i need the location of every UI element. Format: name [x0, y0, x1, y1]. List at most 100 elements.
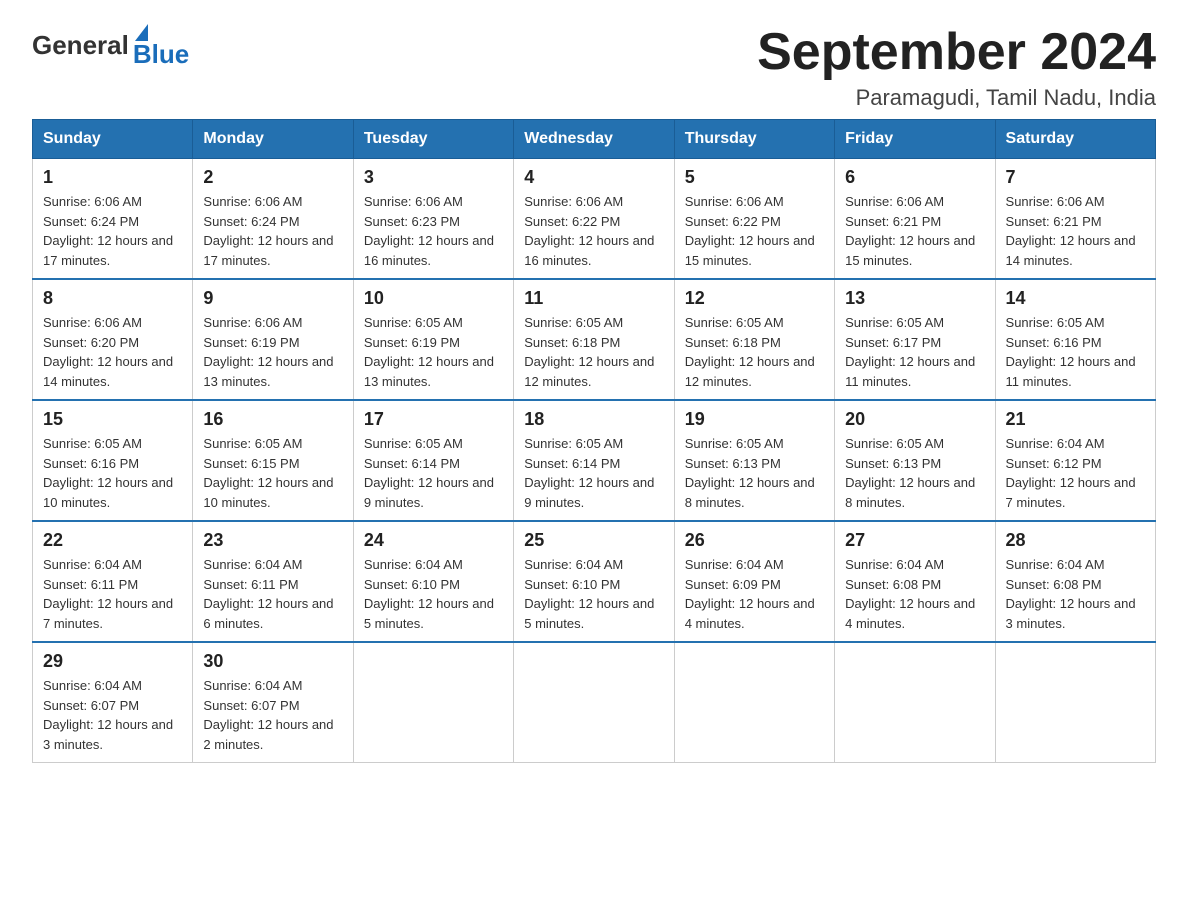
day-info: Sunrise: 6:06 AMSunset: 6:23 PMDaylight:…: [364, 194, 494, 268]
calendar-cell: 4 Sunrise: 6:06 AMSunset: 6:22 PMDayligh…: [514, 159, 674, 280]
day-number: 9: [203, 288, 342, 309]
day-number: 29: [43, 651, 182, 672]
calendar-cell: 22 Sunrise: 6:04 AMSunset: 6:11 PMDaylig…: [33, 521, 193, 642]
calendar-cell: 11 Sunrise: 6:05 AMSunset: 6:18 PMDaylig…: [514, 279, 674, 400]
day-number: 22: [43, 530, 182, 551]
logo: General Blue: [32, 24, 189, 67]
calendar-cell: 17 Sunrise: 6:05 AMSunset: 6:14 PMDaylig…: [353, 400, 513, 521]
calendar-table: SundayMondayTuesdayWednesdayThursdayFrid…: [32, 119, 1156, 763]
day-number: 10: [364, 288, 503, 309]
day-number: 30: [203, 651, 342, 672]
calendar-cell: 12 Sunrise: 6:05 AMSunset: 6:18 PMDaylig…: [674, 279, 834, 400]
week-row-1: 1 Sunrise: 6:06 AMSunset: 6:24 PMDayligh…: [33, 159, 1156, 280]
day-number: 7: [1006, 167, 1145, 188]
day-number: 26: [685, 530, 824, 551]
day-info: Sunrise: 6:06 AMSunset: 6:24 PMDaylight:…: [43, 194, 173, 268]
calendar-cell: [995, 642, 1155, 763]
day-number: 3: [364, 167, 503, 188]
day-info: Sunrise: 6:05 AMSunset: 6:16 PMDaylight:…: [1006, 315, 1136, 389]
calendar-cell: [353, 642, 513, 763]
calendar-cell: 26 Sunrise: 6:04 AMSunset: 6:09 PMDaylig…: [674, 521, 834, 642]
title-block: September 2024 Paramagudi, Tamil Nadu, I…: [757, 24, 1156, 111]
page-header: General Blue September 2024 Paramagudi, …: [32, 24, 1156, 111]
day-info: Sunrise: 6:04 AMSunset: 6:10 PMDaylight:…: [364, 557, 494, 631]
calendar-cell: 2 Sunrise: 6:06 AMSunset: 6:24 PMDayligh…: [193, 159, 353, 280]
day-info: Sunrise: 6:04 AMSunset: 6:07 PMDaylight:…: [203, 678, 333, 752]
day-info: Sunrise: 6:05 AMSunset: 6:13 PMDaylight:…: [845, 436, 975, 510]
week-row-4: 22 Sunrise: 6:04 AMSunset: 6:11 PMDaylig…: [33, 521, 1156, 642]
logo-general: General: [32, 30, 129, 61]
day-info: Sunrise: 6:05 AMSunset: 6:19 PMDaylight:…: [364, 315, 494, 389]
day-number: 4: [524, 167, 663, 188]
calendar-cell: 14 Sunrise: 6:05 AMSunset: 6:16 PMDaylig…: [995, 279, 1155, 400]
header-monday: Monday: [193, 120, 353, 159]
calendar-cell: 27 Sunrise: 6:04 AMSunset: 6:08 PMDaylig…: [835, 521, 995, 642]
day-number: 1: [43, 167, 182, 188]
calendar-cell: 29 Sunrise: 6:04 AMSunset: 6:07 PMDaylig…: [33, 642, 193, 763]
calendar-cell: 3 Sunrise: 6:06 AMSunset: 6:23 PMDayligh…: [353, 159, 513, 280]
day-info: Sunrise: 6:06 AMSunset: 6:22 PMDaylight:…: [524, 194, 654, 268]
day-number: 16: [203, 409, 342, 430]
header-wednesday: Wednesday: [514, 120, 674, 159]
day-number: 21: [1006, 409, 1145, 430]
day-number: 23: [203, 530, 342, 551]
day-info: Sunrise: 6:05 AMSunset: 6:15 PMDaylight:…: [203, 436, 333, 510]
logo-blue: Blue: [133, 41, 189, 67]
day-info: Sunrise: 6:06 AMSunset: 6:21 PMDaylight:…: [1006, 194, 1136, 268]
day-number: 17: [364, 409, 503, 430]
day-number: 20: [845, 409, 984, 430]
header-thursday: Thursday: [674, 120, 834, 159]
calendar-cell: 23 Sunrise: 6:04 AMSunset: 6:11 PMDaylig…: [193, 521, 353, 642]
calendar-cell: 25 Sunrise: 6:04 AMSunset: 6:10 PMDaylig…: [514, 521, 674, 642]
header-sunday: Sunday: [33, 120, 193, 159]
day-info: Sunrise: 6:05 AMSunset: 6:18 PMDaylight:…: [524, 315, 654, 389]
day-number: 28: [1006, 530, 1145, 551]
calendar-cell: 30 Sunrise: 6:04 AMSunset: 6:07 PMDaylig…: [193, 642, 353, 763]
calendar-cell: 18 Sunrise: 6:05 AMSunset: 6:14 PMDaylig…: [514, 400, 674, 521]
calendar-cell: 1 Sunrise: 6:06 AMSunset: 6:24 PMDayligh…: [33, 159, 193, 280]
calendar-cell: 6 Sunrise: 6:06 AMSunset: 6:21 PMDayligh…: [835, 159, 995, 280]
day-info: Sunrise: 6:04 AMSunset: 6:12 PMDaylight:…: [1006, 436, 1136, 510]
calendar-cell: 5 Sunrise: 6:06 AMSunset: 6:22 PMDayligh…: [674, 159, 834, 280]
calendar-cell: 8 Sunrise: 6:06 AMSunset: 6:20 PMDayligh…: [33, 279, 193, 400]
day-number: 18: [524, 409, 663, 430]
calendar-cell: 24 Sunrise: 6:04 AMSunset: 6:10 PMDaylig…: [353, 521, 513, 642]
header-row: SundayMondayTuesdayWednesdayThursdayFrid…: [33, 120, 1156, 159]
day-info: Sunrise: 6:04 AMSunset: 6:11 PMDaylight:…: [43, 557, 173, 631]
day-info: Sunrise: 6:06 AMSunset: 6:21 PMDaylight:…: [845, 194, 975, 268]
day-info: Sunrise: 6:05 AMSunset: 6:18 PMDaylight:…: [685, 315, 815, 389]
day-number: 2: [203, 167, 342, 188]
day-info: Sunrise: 6:05 AMSunset: 6:14 PMDaylight:…: [524, 436, 654, 510]
calendar-cell: 9 Sunrise: 6:06 AMSunset: 6:19 PMDayligh…: [193, 279, 353, 400]
month-title: September 2024: [757, 24, 1156, 81]
calendar-cell: [674, 642, 834, 763]
calendar-cell: 16 Sunrise: 6:05 AMSunset: 6:15 PMDaylig…: [193, 400, 353, 521]
calendar-cell: 20 Sunrise: 6:05 AMSunset: 6:13 PMDaylig…: [835, 400, 995, 521]
day-number: 19: [685, 409, 824, 430]
day-number: 24: [364, 530, 503, 551]
calendar-cell: [514, 642, 674, 763]
day-info: Sunrise: 6:05 AMSunset: 6:13 PMDaylight:…: [685, 436, 815, 510]
day-number: 8: [43, 288, 182, 309]
calendar-cell: 19 Sunrise: 6:05 AMSunset: 6:13 PMDaylig…: [674, 400, 834, 521]
day-info: Sunrise: 6:06 AMSunset: 6:20 PMDaylight:…: [43, 315, 173, 389]
header-friday: Friday: [835, 120, 995, 159]
day-info: Sunrise: 6:04 AMSunset: 6:08 PMDaylight:…: [845, 557, 975, 631]
day-info: Sunrise: 6:05 AMSunset: 6:17 PMDaylight:…: [845, 315, 975, 389]
calendar-cell: 15 Sunrise: 6:05 AMSunset: 6:16 PMDaylig…: [33, 400, 193, 521]
day-info: Sunrise: 6:06 AMSunset: 6:24 PMDaylight:…: [203, 194, 333, 268]
day-number: 27: [845, 530, 984, 551]
day-info: Sunrise: 6:04 AMSunset: 6:10 PMDaylight:…: [524, 557, 654, 631]
day-number: 25: [524, 530, 663, 551]
day-info: Sunrise: 6:05 AMSunset: 6:14 PMDaylight:…: [364, 436, 494, 510]
header-tuesday: Tuesday: [353, 120, 513, 159]
day-number: 15: [43, 409, 182, 430]
day-number: 6: [845, 167, 984, 188]
header-saturday: Saturday: [995, 120, 1155, 159]
calendar-cell: 7 Sunrise: 6:06 AMSunset: 6:21 PMDayligh…: [995, 159, 1155, 280]
calendar-cell: [835, 642, 995, 763]
calendar-cell: 13 Sunrise: 6:05 AMSunset: 6:17 PMDaylig…: [835, 279, 995, 400]
calendar-cell: 10 Sunrise: 6:05 AMSunset: 6:19 PMDaylig…: [353, 279, 513, 400]
day-number: 13: [845, 288, 984, 309]
day-info: Sunrise: 6:05 AMSunset: 6:16 PMDaylight:…: [43, 436, 173, 510]
